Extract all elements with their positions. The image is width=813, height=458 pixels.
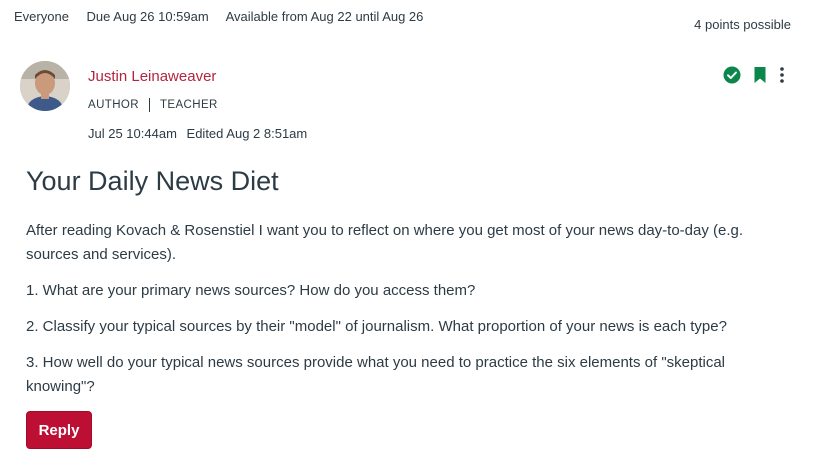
discussion-title: Your Daily News Diet	[26, 166, 279, 196]
body-question-3: 3. How well do your typical news sources…	[26, 354, 726, 395]
role-separator	[148, 98, 150, 112]
bookmark-icon[interactable]	[753, 66, 767, 84]
points-possible: 4 points possible	[694, 17, 791, 32]
more-vertical-icon[interactable]	[779, 66, 785, 84]
body-paragraph-intro: After reading Kovach & Rosenstiel I want…	[26, 222, 744, 263]
body-question-2: 2. Classify your typical sources by thei…	[26, 318, 727, 335]
discussion-body: After reading Kovach & Rosenstiel I want…	[26, 219, 796, 411]
posted-date: Jul 25 10:44am	[88, 126, 177, 141]
audience-label: Everyone	[14, 9, 69, 24]
availability-dates: Available from Aug 22 until Aug 26	[225, 9, 424, 24]
role-author: AUTHOR	[88, 99, 139, 111]
avatar[interactable]	[20, 61, 70, 111]
post-dates: Jul 25 10:44am Edited Aug 2 8:51am	[88, 126, 307, 141]
reply-button[interactable]: Reply	[26, 411, 92, 449]
body-question-1: 1. What are your primary news sources? H…	[26, 282, 476, 299]
discussion-page: Everyone Due Aug 26 10:59am Available fr…	[0, 0, 813, 458]
author-name-link[interactable]: Justin Leinaweaver	[88, 68, 216, 85]
post-actions	[723, 66, 785, 84]
edited-date: Edited Aug 2 8:51am	[186, 126, 308, 141]
due-date: Due Aug 26 10:59am	[86, 9, 209, 24]
assignment-details: Everyone Due Aug 26 10:59am Available fr…	[14, 9, 437, 24]
role-teacher: TEACHER	[159, 99, 218, 111]
avatar-image	[20, 61, 70, 111]
author-roles: AUTHOR TEACHER	[88, 98, 218, 112]
check-circle-icon[interactable]	[723, 66, 741, 84]
